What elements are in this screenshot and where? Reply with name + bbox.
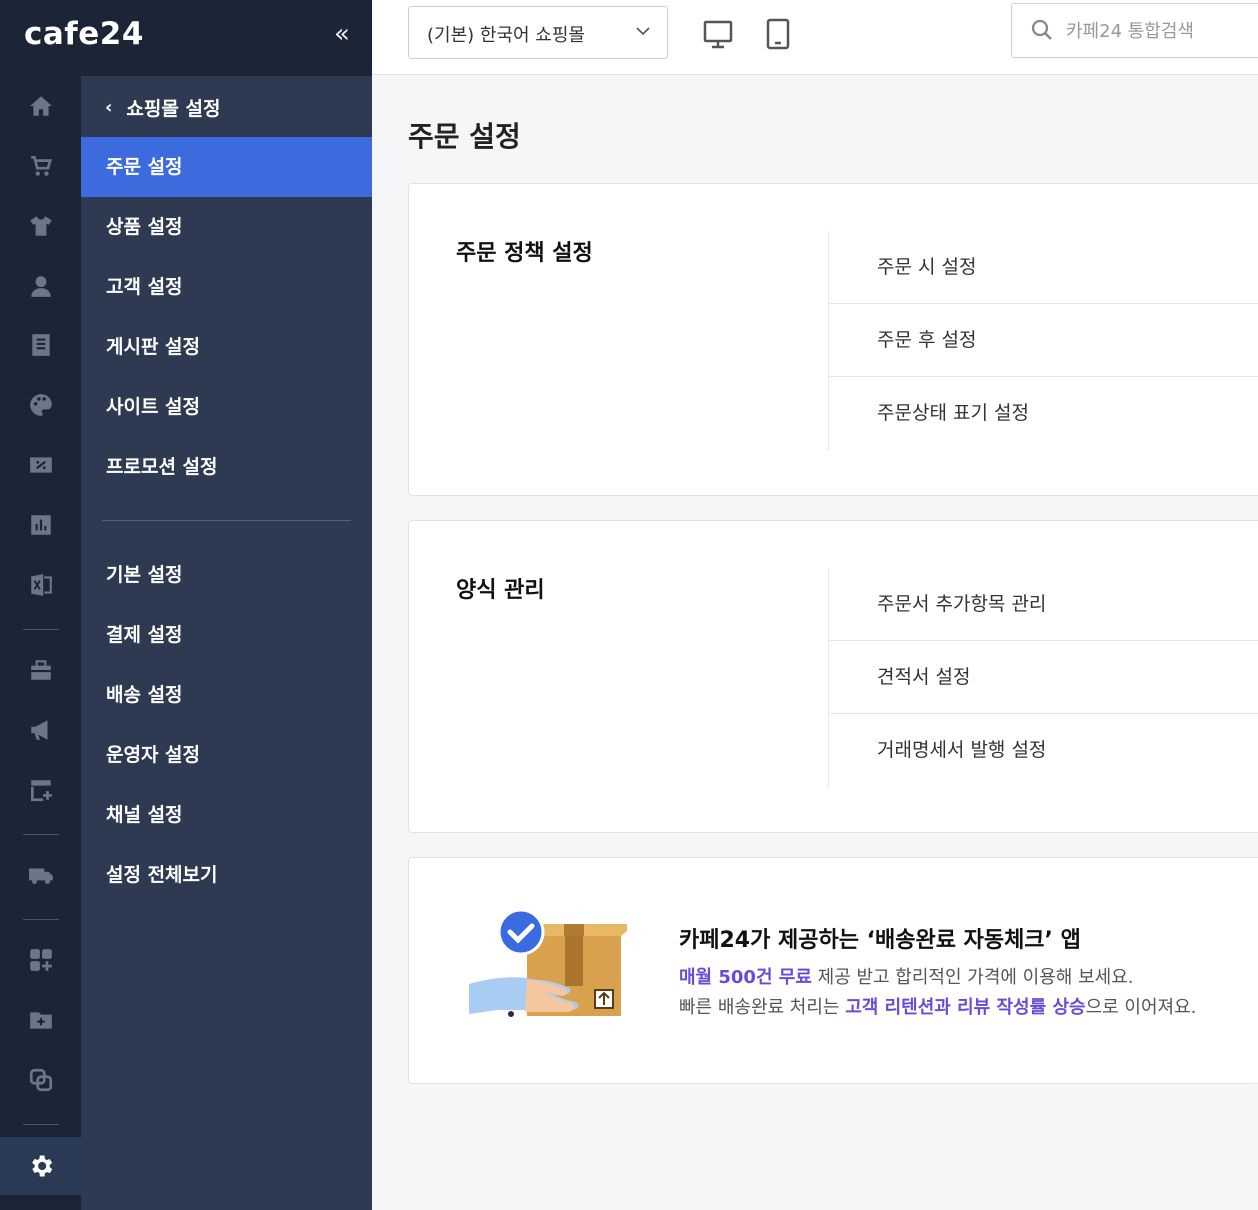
promo-title: 카페24가 제공하는 ‘배송완료 자동체크’ 앱 bbox=[679, 928, 1081, 953]
link-quotation-settings[interactable]: 견적서 설정 bbox=[829, 641, 1258, 714]
submenu-item-channel[interactable]: 채널 설정 bbox=[81, 785, 372, 845]
product-shirt-icon[interactable] bbox=[26, 211, 56, 241]
submenu-back-link[interactable]: ‹ 쇼핑몰 설정 bbox=[105, 94, 220, 121]
promo-line-2-post: 으로 이어져요. bbox=[1085, 997, 1197, 1018]
folder-add-icon[interactable] bbox=[26, 1005, 56, 1035]
add-store-icon[interactable] bbox=[26, 775, 56, 805]
search-input[interactable] bbox=[1066, 16, 1256, 46]
mall-select-value: (기본) 한국어 쇼핑몰 bbox=[427, 25, 585, 46]
home-icon[interactable] bbox=[26, 91, 56, 121]
desktop-preview-icon[interactable] bbox=[702, 17, 734, 51]
submenu-item-view-all[interactable]: 설정 전체보기 bbox=[81, 845, 372, 905]
rail-divider bbox=[23, 1124, 59, 1125]
promo-highlight-retention: 고객 리텐션과 리뷰 작성률 상승 bbox=[845, 997, 1086, 1018]
rail-divider bbox=[23, 919, 59, 920]
section-title: 주문 정책 설정 bbox=[456, 241, 593, 266]
statistics-icon[interactable] bbox=[26, 510, 56, 540]
link-copy-icon[interactable] bbox=[26, 1065, 56, 1095]
submenu-item-order[interactable]: 주문 설정 bbox=[81, 137, 372, 197]
form-management-card: 양식 관리 주문서 추가항목 관리 견적서 설정 거래명세서 발행 설정 bbox=[408, 520, 1258, 833]
submenu-item-board[interactable]: 게시판 설정 bbox=[81, 317, 372, 377]
link-invoice-settings[interactable]: 거래명세서 발행 설정 bbox=[829, 714, 1258, 787]
rail-divider bbox=[23, 834, 59, 835]
chevron-left-icon: ‹ bbox=[105, 97, 113, 118]
submenu-item-basic[interactable]: 기본 설정 bbox=[81, 545, 372, 605]
excel-icon[interactable] bbox=[26, 570, 56, 600]
rail-divider bbox=[23, 629, 59, 630]
section-links: 주문 시 설정 주문 후 설정 주문상태 표기 설정 bbox=[828, 231, 1258, 450]
submenu-item-operator[interactable]: 운영자 설정 bbox=[81, 725, 372, 785]
submenu-item-payment[interactable]: 결제 설정 bbox=[81, 605, 372, 665]
submenu-item-product[interactable]: 상품 설정 bbox=[81, 197, 372, 257]
submenu-item-shipping[interactable]: 배송 설정 bbox=[81, 665, 372, 725]
customer-icon[interactable] bbox=[26, 271, 56, 301]
store-icon[interactable] bbox=[26, 655, 56, 685]
section-links: 주문서 추가항목 관리 견적서 설정 거래명세서 발행 설정 bbox=[828, 568, 1258, 787]
mobile-preview-icon[interactable] bbox=[762, 17, 794, 51]
submenu-divider bbox=[102, 520, 351, 521]
cart-icon[interactable] bbox=[26, 151, 56, 181]
submenu-back-label: 쇼핑몰 설정 bbox=[126, 98, 221, 120]
link-order-time-settings[interactable]: 주문 시 설정 bbox=[829, 231, 1258, 304]
settings-submenu: ‹ 쇼핑몰 설정 주문 설정 상품 설정 고객 설정 게시판 설정 사이트 설정… bbox=[81, 76, 372, 1210]
cafe24-logo[interactable]: cafe24 bbox=[24, 16, 144, 52]
promo-line-1: 매월 500건 무료 제공 받고 합리적인 가격에 이용해 보세요. bbox=[679, 963, 1133, 989]
link-order-form-extra-fields[interactable]: 주문서 추가항목 관리 bbox=[829, 568, 1258, 641]
top-bar: (기본) 한국어 쇼핑몰 bbox=[372, 0, 1258, 75]
brand-bar: cafe24 « bbox=[0, 0, 372, 76]
search-icon[interactable] bbox=[1030, 18, 1054, 42]
submenu-item-site[interactable]: 사이트 설정 bbox=[81, 377, 372, 437]
promo-banner[interactable]: 카페24가 제공하는 ‘배송완료 자동체크’ 앱 매월 500건 무료 제공 받… bbox=[408, 857, 1258, 1084]
promo-line-2: 빠른 배송완료 처리는 고객 리텐션과 리뷰 작성률 상승으로 이어져요. bbox=[679, 993, 1196, 1019]
submenu-item-promotion[interactable]: 프로모션 설정 bbox=[81, 437, 372, 497]
settings-gear-icon[interactable] bbox=[0, 1137, 81, 1195]
promo-highlight-free: 매월 500건 무료 bbox=[679, 967, 812, 988]
link-post-order-settings[interactable]: 주문 후 설정 bbox=[829, 304, 1258, 377]
promo-line-2-pre: 빠른 배송완료 처리는 bbox=[679, 997, 846, 1018]
link-order-status-display[interactable]: 주문상태 표기 설정 bbox=[829, 377, 1258, 450]
delivery-truck-icon[interactable] bbox=[26, 860, 56, 890]
section-title: 양식 관리 bbox=[456, 578, 545, 603]
board-icon[interactable] bbox=[26, 330, 56, 360]
chevron-down-icon bbox=[636, 27, 650, 36]
integrated-search bbox=[1011, 3, 1258, 58]
page-title: 주문 설정 bbox=[408, 120, 521, 153]
collapse-menu-icon[interactable]: « bbox=[328, 20, 356, 48]
apps-add-icon[interactable] bbox=[26, 945, 56, 975]
design-palette-icon[interactable] bbox=[26, 390, 56, 420]
megaphone-icon[interactable] bbox=[26, 715, 56, 745]
delivery-box-illustration bbox=[469, 908, 627, 1017]
mall-select-dropdown[interactable]: (기본) 한국어 쇼핑몰 bbox=[408, 6, 668, 59]
promotion-coupon-icon[interactable] bbox=[26, 450, 56, 480]
submenu-item-customer[interactable]: 고객 설정 bbox=[81, 257, 372, 317]
order-policy-card: 주문 정책 설정 주문 시 설정 주문 후 설정 주문상태 표기 설정 bbox=[408, 183, 1258, 496]
promo-line-1-text: 제공 받고 합리적인 가격에 이용해 보세요. bbox=[811, 967, 1134, 988]
